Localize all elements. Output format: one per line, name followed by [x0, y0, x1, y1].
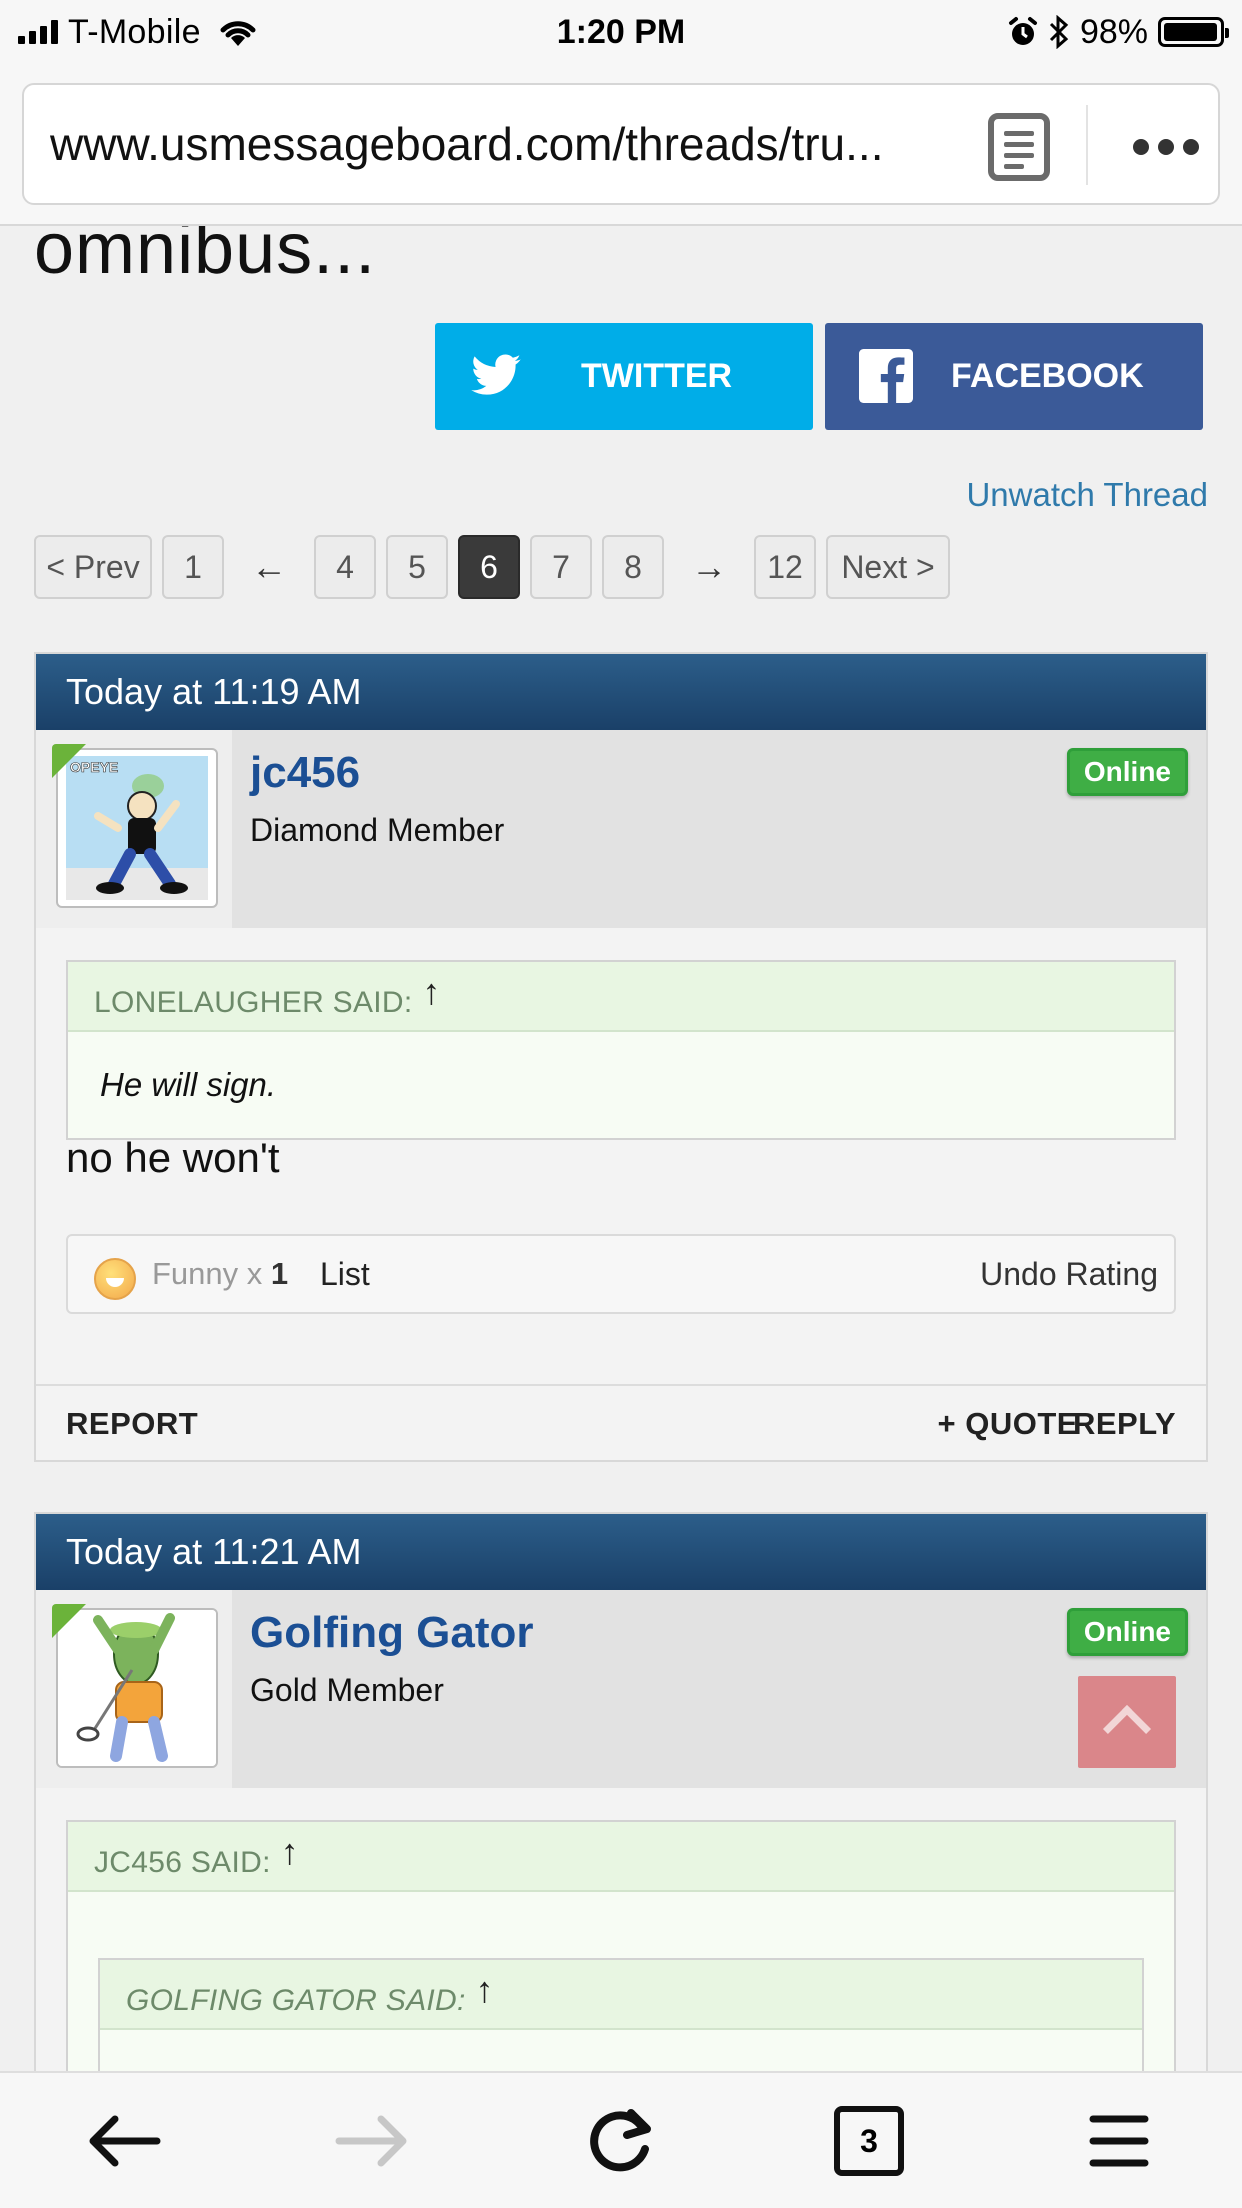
forward-button[interactable] [328, 2101, 418, 2181]
jump-to-nested-quote-arrow-icon[interactable]: ↑ [476, 1969, 494, 2010]
scroll-to-top-button[interactable] [1078, 1676, 1176, 1768]
twitter-label: TWITTER [581, 357, 733, 395]
rating-list-link[interactable]: List [320, 1236, 370, 1312]
url-text[interactable]: www.usmessageboard.com/threads/tru... [50, 85, 970, 203]
alarm-icon [1008, 17, 1037, 45]
post-user-row: OPEYE jc456 Diamond Member Online [36, 730, 1206, 928]
post-golfing-gator: Today at 11:21 AM Golfing Gator Gold Mem… [34, 1512, 1208, 2071]
quote-text: He will sign. [100, 1066, 277, 1103]
nested-quote-header: GOLFING GATOR SAID: ↑ [100, 1960, 1142, 2030]
quote-author: LONELAUGHER SAID: [94, 986, 413, 1019]
browser-address-area: www.usmessageboard.com/threads/tru... [0, 66, 1242, 226]
page-4-button[interactable]: 4 [314, 535, 376, 599]
tabs-icon: 3 [834, 2106, 904, 2176]
battery-percent: 98% [1079, 12, 1148, 51]
reader-view-icon[interactable] [988, 113, 1050, 181]
page-8-button[interactable]: 8 [602, 535, 664, 599]
right-skip-arrow-icon[interactable]: → [674, 535, 744, 599]
reply-button[interactable]: REPLY [1073, 1386, 1176, 1462]
next-page-button[interactable]: Next > [826, 535, 950, 599]
reload-button[interactable] [576, 2101, 666, 2181]
quote-block: LONELAUGHER SAID: ↑ He will sign. [66, 960, 1176, 1140]
user-title: Gold Member [250, 1672, 444, 1708]
status-bar: T-Mobile 1:20 PM 98% [0, 0, 1242, 66]
online-badge: Online [1066, 1608, 1188, 1656]
report-button[interactable]: REPORT [66, 1386, 198, 1462]
browser-toolbar: 3 [0, 2071, 1242, 2208]
menu-icon [1089, 2115, 1149, 2167]
thread-title-fragment: omnibus... [34, 226, 377, 289]
prev-page-button[interactable]: < Prev [34, 535, 152, 599]
nested-quote-author: GOLFING GATOR SAID: [126, 1984, 466, 2017]
online-badge: Online [1066, 748, 1188, 796]
funny-smiley-icon [94, 1258, 136, 1300]
rating-label: Funny [152, 1256, 239, 1291]
facebook-label: FACEBOOK [951, 357, 1144, 395]
jump-to-quote-arrow-icon[interactable]: ↑ [281, 1831, 299, 1872]
status-right: 98% [1008, 10, 1229, 54]
battery-icon [1158, 17, 1229, 47]
post-timestamp[interactable]: Today at 11:21 AM [36, 1514, 1206, 1590]
rating-count: 1 [270, 1256, 289, 1291]
bluetooth-icon [1049, 15, 1069, 49]
rating-funny: Funny x 1 [152, 1236, 288, 1312]
back-arrow-icon [89, 2115, 161, 2167]
quote-block: JC456 SAID: ↑ GOLFING GATOR SAID: ↑ [66, 1820, 1176, 2071]
avatar-column [36, 1590, 232, 1788]
quote-header: LONELAUGHER SAID: ↑ [68, 962, 1174, 1032]
post-actions: REPORT + QUOTE REPLY [36, 1384, 1206, 1460]
jump-to-quote-arrow-icon[interactable]: ↑ [423, 971, 441, 1012]
rating-bar: Funny x 1 List Undo Rating [66, 1234, 1176, 1314]
web-page: omnibus... TWITTER FACEBOOK Unwatch Thre… [0, 226, 1242, 2071]
page-12-button[interactable]: 12 [754, 535, 816, 599]
post-message: no he won't [66, 1134, 280, 1181]
username-link[interactable]: Golfing Gator [250, 1608, 534, 1658]
tabs-button[interactable]: 3 [824, 2101, 914, 2181]
menu-button[interactable] [1074, 2101, 1164, 2181]
unwatch-thread-link[interactable]: Unwatch Thread [966, 476, 1208, 514]
reload-icon [590, 2109, 651, 2172]
facebook-icon [859, 349, 913, 403]
undo-rating-link[interactable]: Undo Rating [980, 1236, 1158, 1312]
quote-header: JC456 SAID: ↑ [68, 1822, 1174, 1892]
post-user-row: Golfing Gator Gold Member Online [36, 1590, 1206, 1788]
rating-multiplier: x [246, 1256, 263, 1291]
quote-author: JC456 SAID: [94, 1846, 271, 1879]
page-7-button[interactable]: 7 [530, 535, 592, 599]
chevron-up-icon [1102, 1704, 1152, 1754]
twitter-share-button[interactable]: TWITTER [435, 323, 813, 430]
forward-arrow-icon [335, 2115, 407, 2167]
address-bar[interactable]: www.usmessageboard.com/threads/tru... [22, 83, 1220, 205]
url-divider [1086, 105, 1088, 185]
user-title: Diamond Member [250, 812, 505, 848]
left-skip-arrow-icon[interactable]: ← [234, 535, 304, 599]
page-6-current[interactable]: 6 [458, 535, 520, 599]
online-indicator [52, 1604, 86, 1638]
back-button[interactable] [78, 2101, 168, 2181]
post-timestamp[interactable]: Today at 11:19 AM [36, 654, 1206, 730]
quote-button[interactable]: + QUOTE [938, 1386, 1078, 1462]
twitter-icon [471, 354, 521, 395]
avatar-column: OPEYE [36, 730, 232, 928]
facebook-share-button[interactable]: FACEBOOK [825, 323, 1203, 430]
more-dots-icon[interactable] [1116, 127, 1216, 167]
username-link[interactable]: jc456 [250, 748, 360, 798]
post-jc456: Today at 11:19 AM OPEYE jc456 Diamond Me… [34, 652, 1208, 1462]
page-5-button[interactable]: 5 [386, 535, 448, 599]
pagination: < Prev 1 ← 4 5 6 7 8 → 12 Next > [34, 534, 960, 600]
nested-quote-block: GOLFING GATOR SAID: ↑ [98, 1958, 1144, 2071]
page-1-button[interactable]: 1 [162, 535, 224, 599]
online-indicator [52, 744, 86, 778]
